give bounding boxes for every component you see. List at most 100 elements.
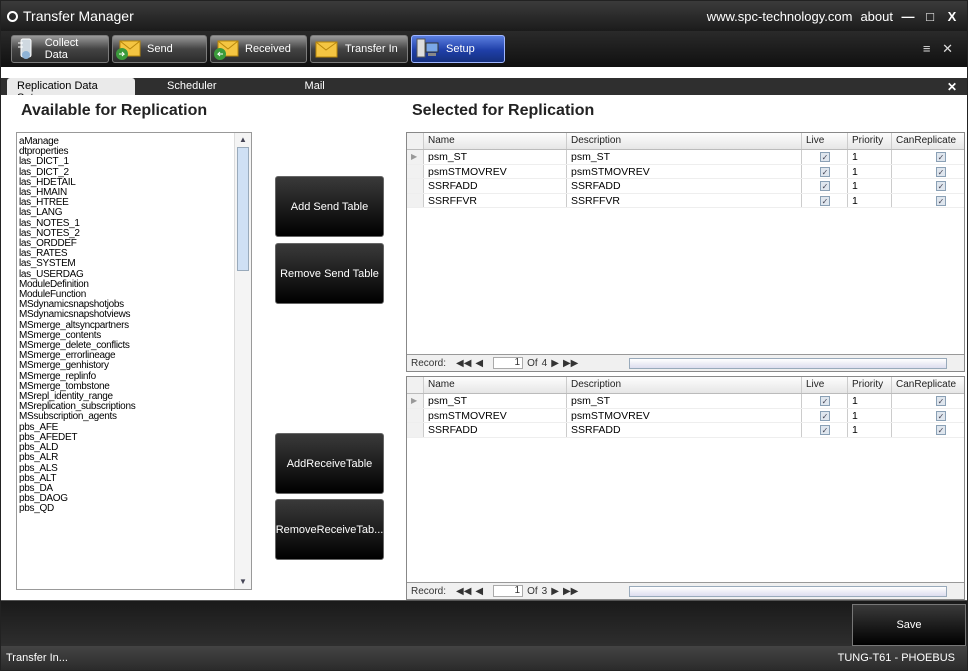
close-button[interactable]: X xyxy=(945,9,959,24)
cell-priority[interactable]: 1 xyxy=(847,150,891,164)
live-checkbox[interactable]: ✓ xyxy=(820,166,830,177)
table-row[interactable]: psmSTMOVREV psmSTMOVREV ✓ 1 ✓ xyxy=(407,164,964,179)
col-priority[interactable]: Priority xyxy=(847,133,891,149)
prev-record-icon[interactable]: ◀ xyxy=(475,586,483,597)
horizontal-scrollbar[interactable] xyxy=(629,586,947,597)
row-indicator[interactable] xyxy=(407,179,423,193)
list-scrollbar[interactable]: ▲ ▼ xyxy=(234,133,251,589)
cell-name[interactable]: SSRFADD xyxy=(423,423,566,437)
cell-name[interactable]: SSRFADD xyxy=(423,179,566,193)
cell-priority[interactable]: 1 xyxy=(847,164,891,178)
available-tables-list[interactable]: aManage dtproperties las_DICT_1 las_DICT_2 l… xyxy=(16,132,252,590)
cell-live[interactable]: ✓ xyxy=(801,150,847,164)
title-bar[interactable]: Transfer Manager www.spc-technology.com … xyxy=(1,1,967,31)
cell-name[interactable]: psmSTMOVREV xyxy=(423,164,566,178)
cell-canreplicate[interactable]: ✓ xyxy=(891,164,961,178)
row-indicator[interactable] xyxy=(407,423,423,437)
cell-priority[interactable]: 1 xyxy=(847,394,891,408)
cell-canreplicate[interactable]: ✓ xyxy=(891,150,961,164)
col-canreplicate[interactable]: CanReplicate xyxy=(891,377,961,393)
table-row[interactable]: SSRFADD SSRFADD ✓ 1 ✓ xyxy=(407,179,964,194)
first-record-icon[interactable]: ◀◀ xyxy=(456,358,471,369)
row-indicator[interactable] xyxy=(407,193,423,207)
close-tab-icon[interactable]: ✕ xyxy=(947,79,957,95)
table-row[interactable]: SSRFFVR SSRFFVR ✓ 1 ✓ xyxy=(407,193,964,208)
col-name[interactable]: Name xyxy=(423,133,566,149)
about-link[interactable]: about xyxy=(860,9,893,24)
scroll-up-icon[interactable]: ▲ xyxy=(237,135,249,145)
tab-scheduler[interactable]: Scheduler xyxy=(157,78,227,95)
add-receive-table-button[interactable]: AddReceiveTable xyxy=(275,433,384,494)
next-record-icon[interactable]: ▶ xyxy=(551,358,559,369)
canreplicate-checkbox[interactable]: ✓ xyxy=(936,195,946,206)
scroll-down-icon[interactable]: ▼ xyxy=(237,577,249,587)
cell-priority[interactable]: 1 xyxy=(847,193,891,207)
live-checkbox[interactable]: ✓ xyxy=(820,195,830,206)
save-button[interactable]: Save xyxy=(852,604,966,646)
tab-mail[interactable]: Mail xyxy=(295,78,335,95)
cell-description[interactable]: psm_ST xyxy=(566,394,801,408)
remove-send-table-button[interactable]: Remove Send Table xyxy=(275,243,384,304)
available-list-item[interactable]: pbs_ALR xyxy=(19,453,234,463)
canreplicate-checkbox[interactable]: ✓ xyxy=(936,152,946,162)
row-indicator[interactable]: ▶ xyxy=(407,150,423,164)
cell-canreplicate[interactable]: ✓ xyxy=(891,408,961,422)
cell-name[interactable]: psmSTMOVREV xyxy=(423,408,566,422)
transfer-in-button[interactable]: Transfer In xyxy=(310,35,408,63)
received-button[interactable]: Received xyxy=(210,35,307,63)
cell-description[interactable]: SSRFFVR xyxy=(566,193,801,207)
cell-description[interactable]: psmSTMOVREV xyxy=(566,408,801,422)
horizontal-scrollbar[interactable] xyxy=(629,358,947,369)
maximize-button[interactable]: □ xyxy=(923,9,937,24)
table-row[interactable]: ▶ psm_ST psm_ST ✓ 1 ✓ xyxy=(407,150,964,165)
send-tables-grid[interactable]: Name Description Live Priority CanReplic… xyxy=(406,132,965,372)
live-checkbox[interactable]: ✓ xyxy=(820,181,830,191)
col-name[interactable]: Name xyxy=(423,377,566,393)
tab-replication-data-setup[interactable]: Replication Data Setup xyxy=(7,78,135,104)
cell-description[interactable]: SSRFADD xyxy=(566,423,801,437)
col-canreplicate[interactable]: CanReplicate xyxy=(891,133,961,149)
live-checkbox[interactable]: ✓ xyxy=(820,425,830,435)
cell-canreplicate[interactable]: ✓ xyxy=(891,423,961,437)
record-page-input[interactable]: 1 xyxy=(493,585,524,597)
table-row[interactable]: psmSTMOVREV psmSTMOVREV ✓ 1 ✓ xyxy=(407,408,964,423)
row-indicator[interactable]: ▶ xyxy=(407,394,423,408)
last-record-icon[interactable]: ▶▶ xyxy=(563,586,578,597)
remove-receive-table-button[interactable]: RemoveReceiveTab... xyxy=(275,499,384,560)
receive-tables-grid[interactable]: Name Description Live Priority CanReplic… xyxy=(406,376,965,600)
cell-live[interactable]: ✓ xyxy=(801,423,847,437)
canreplicate-checkbox[interactable]: ✓ xyxy=(936,166,946,177)
table-row[interactable]: ▶ psm_ST psm_ST ✓ 1 ✓ xyxy=(407,394,964,409)
live-checkbox[interactable]: ✓ xyxy=(820,410,830,421)
cell-name[interactable]: SSRFFVR xyxy=(423,193,566,207)
first-record-icon[interactable]: ◀◀ xyxy=(456,586,471,597)
cell-priority[interactable]: 1 xyxy=(847,408,891,422)
canreplicate-checkbox[interactable]: ✓ xyxy=(936,410,946,421)
cell-live[interactable]: ✓ xyxy=(801,193,847,207)
col-description[interactable]: Description xyxy=(566,377,801,393)
last-record-icon[interactable]: ▶▶ xyxy=(563,358,578,369)
cell-description[interactable]: psm_ST xyxy=(566,150,801,164)
next-record-icon[interactable]: ▶ xyxy=(551,586,559,597)
row-indicator[interactable] xyxy=(407,408,423,422)
record-page-input[interactable]: 1 xyxy=(493,357,524,369)
cell-priority[interactable]: 1 xyxy=(847,423,891,437)
cell-name[interactable]: psm_ST xyxy=(423,394,566,408)
minimize-button[interactable]: — xyxy=(901,9,915,24)
cell-live[interactable]: ✓ xyxy=(801,394,847,408)
cell-name[interactable]: psm_ST xyxy=(423,150,566,164)
site-link[interactable]: www.spc-technology.com xyxy=(707,9,853,24)
col-live[interactable]: Live xyxy=(801,133,847,149)
col-live[interactable]: Live xyxy=(801,377,847,393)
cell-canreplicate[interactable]: ✓ xyxy=(891,179,961,193)
cell-canreplicate[interactable]: ✓ xyxy=(891,193,961,207)
cell-live[interactable]: ✓ xyxy=(801,408,847,422)
canreplicate-checkbox[interactable]: ✓ xyxy=(936,425,946,435)
cell-description[interactable]: psmSTMOVREV xyxy=(566,164,801,178)
cell-live[interactable]: ✓ xyxy=(801,179,847,193)
live-checkbox[interactable]: ✓ xyxy=(820,396,830,406)
cell-canreplicate[interactable]: ✓ xyxy=(891,394,961,408)
pin-menu-icon[interactable]: ≡ ✕ xyxy=(923,41,957,57)
col-priority[interactable]: Priority xyxy=(847,377,891,393)
cell-live[interactable]: ✓ xyxy=(801,164,847,178)
